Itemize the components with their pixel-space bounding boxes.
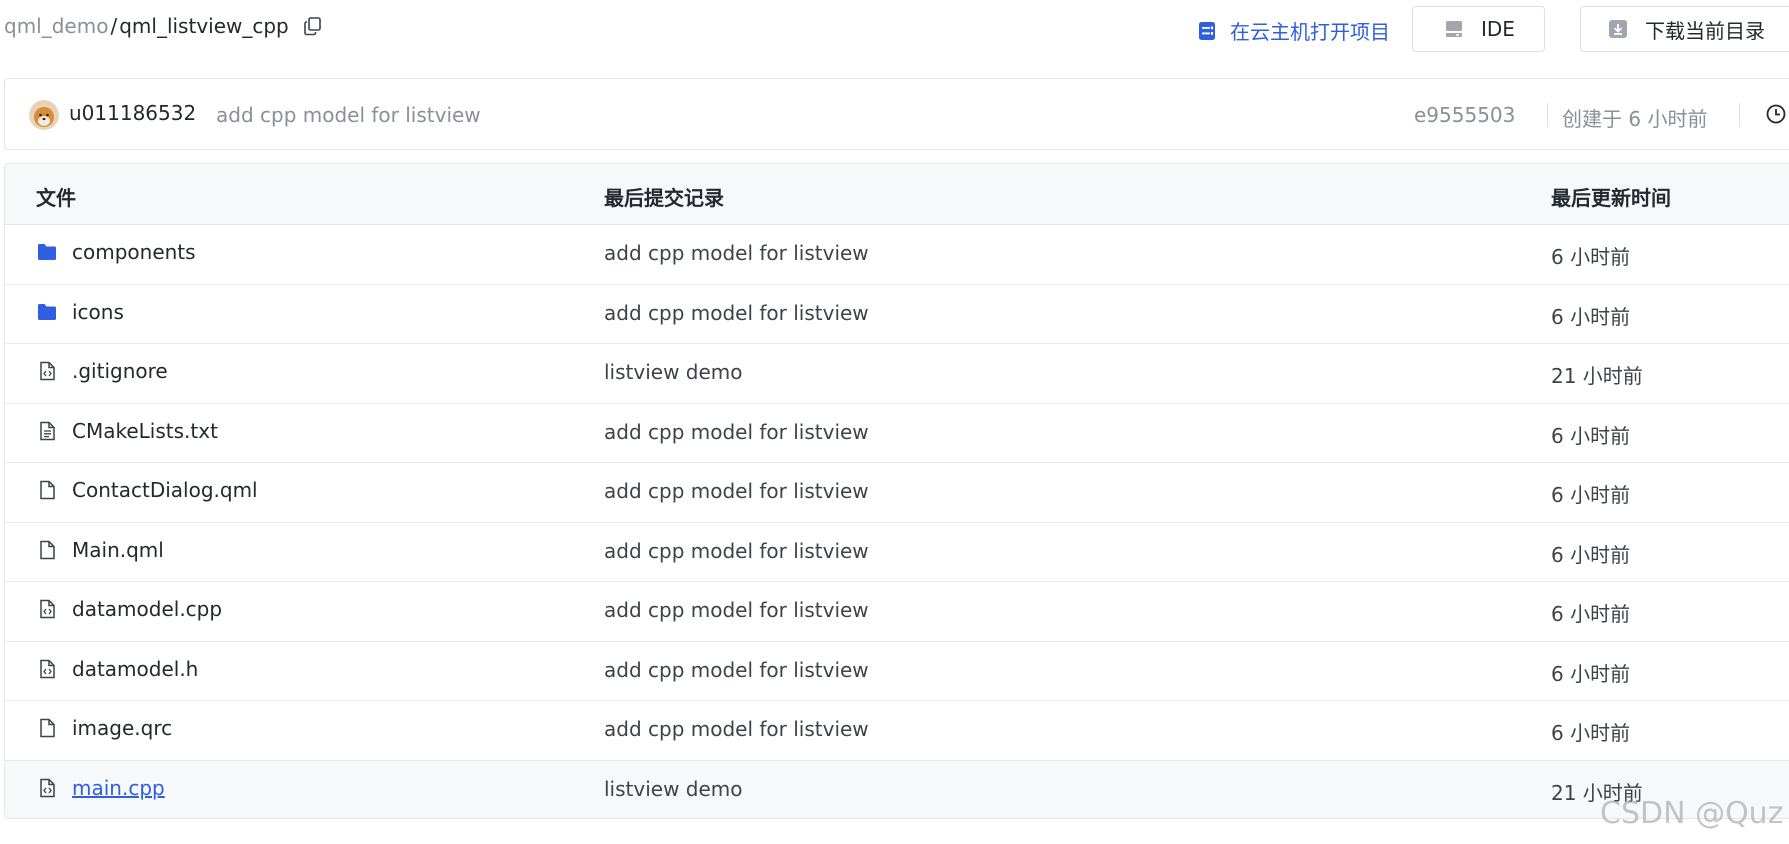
table-body: components add cpp model for listview 6 小时… [5, 225, 1789, 818]
last-updated-time: 6 小时前 [1551, 721, 1631, 745]
last-commit-link[interactable]: add cpp model for listview [604, 539, 869, 563]
column-header-last-updated: 最后更新时间 [1551, 186, 1671, 210]
table-row[interactable]: components add cpp model for listview 6 小时… [5, 225, 1789, 285]
breadcrumb-parent-link[interactable]: qml_demo [4, 14, 108, 38]
breadcrumb: qml_demo / qml_listview_cpp [4, 14, 323, 38]
last-commit-link[interactable]: add cpp model for listview [604, 241, 869, 265]
ide-button-label: IDE [1481, 17, 1515, 41]
file-name-link[interactable]: datamodel.h [72, 657, 198, 681]
file-name-link[interactable]: ContactDialog.qml [72, 478, 258, 502]
breadcrumb-separator: / [110, 14, 118, 38]
code-file-icon [36, 598, 58, 620]
file-name-link[interactable]: CMakeLists.txt [72, 419, 218, 443]
divider [1547, 103, 1548, 127]
commit-hash-link[interactable]: e9555503 [1414, 103, 1515, 127]
file-cell: ContactDialog.qml [36, 478, 258, 502]
download-directory-label: 下载当前目录 [1645, 18, 1765, 43]
column-header-last-commit: 最后提交记录 [604, 186, 724, 210]
top-bar: qml_demo / qml_listview_cpp 在云主机打开项目 IDE… [0, 0, 1789, 54]
last-updated-time: 6 小时前 [1551, 542, 1631, 567]
last-updated-time: 6 小时前 [1551, 483, 1631, 507]
file-table: 文件 最后提交记录 最后更新时间 components add cpp model… [4, 163, 1789, 819]
file-name-link[interactable]: Main.qml [72, 538, 164, 562]
avatar[interactable] [29, 100, 59, 130]
file-cell: datamodel.h [36, 657, 198, 681]
file-cell: datamodel.cpp [36, 597, 222, 621]
file-icon [36, 717, 58, 739]
file-icon [36, 539, 58, 561]
history-clock-icon[interactable] [1765, 103, 1787, 125]
folder-icon [36, 301, 58, 323]
table-row[interactable]: image.qrc add cpp model for listview 6 小时前 [5, 701, 1789, 761]
table-row[interactable]: CMakeLists.txt add cpp model for listview… [5, 404, 1789, 463]
file-cell: image.qrc [36, 716, 172, 740]
file-cell: icons [36, 300, 124, 324]
download-directory-button[interactable]: 下载当前目录 [1580, 6, 1789, 52]
last-commit-link[interactable]: add cpp model for listview [604, 658, 869, 682]
file-name-link[interactable]: datamodel.cpp [72, 597, 222, 621]
commit-created-time: 创建于 6 小时前 [1562, 107, 1708, 131]
file-name-link[interactable]: image.qrc [72, 716, 172, 740]
latest-commit-bar: u011186532 add cpp model for listview e9… [4, 78, 1789, 150]
table-row[interactable]: datamodel.h add cpp model for listview 6 小… [5, 642, 1789, 701]
last-commit-link[interactable]: add cpp model for listview [604, 717, 869, 741]
ide-button[interactable]: IDE [1412, 6, 1545, 52]
watermark: CSDN @Quz [1600, 796, 1784, 831]
code-file-icon [36, 777, 58, 799]
last-commit-link[interactable]: add cpp model for listview [604, 301, 869, 325]
table-row[interactable]: icons add cpp model for listview 6 小时前 [5, 285, 1789, 344]
table-row[interactable]: main.cpp listview demo 21 小时前 [5, 760, 1789, 818]
last-commit-link[interactable]: add cpp model for listview [604, 479, 869, 503]
file-cell: .gitignore [36, 359, 168, 383]
last-commit-link[interactable]: listview demo [604, 360, 743, 384]
table-row[interactable]: datamodel.cpp add cpp model for listview 6… [5, 582, 1789, 642]
file-name-link[interactable]: main.cpp [72, 776, 165, 800]
commit-author-link[interactable]: u011186532 [69, 101, 196, 125]
last-updated-time: 6 小时前 [1551, 245, 1631, 269]
file-name-link[interactable]: .gitignore [72, 359, 168, 383]
file-cell: main.cpp [36, 776, 165, 800]
commit-message-link[interactable]: add cpp model for listview [216, 103, 481, 127]
file-cell: components [36, 240, 196, 264]
divider [1739, 103, 1740, 127]
server-icon [1443, 18, 1465, 40]
last-updated-time: 6 小时前 [1551, 602, 1631, 626]
last-updated-time: 6 小时前 [1551, 423, 1631, 448]
last-updated-time: 6 小时前 [1551, 304, 1631, 329]
file-icon [36, 479, 58, 501]
breadcrumb-current: qml_listview_cpp [119, 14, 289, 38]
code-file-icon [36, 360, 58, 382]
code-file-icon [36, 658, 58, 680]
last-commit-link[interactable]: add cpp model for listview [604, 420, 869, 444]
table-header: 文件 最后提交记录 最后更新时间 [5, 164, 1789, 225]
folder-name-link[interactable]: components [72, 240, 196, 264]
folder-name-link[interactable]: icons [72, 300, 124, 324]
open-in-cloud-host-link[interactable]: 在云主机打开项目 [1196, 16, 1390, 45]
file-cell: Main.qml [36, 538, 164, 562]
last-updated-time: 21 小时前 [1551, 364, 1643, 388]
table-row[interactable]: .gitignore listview demo 21 小时前 [5, 344, 1789, 404]
copy-icon[interactable] [303, 16, 323, 36]
table-row[interactable]: ContactDialog.qml add cpp model for listv… [5, 463, 1789, 523]
last-commit-link[interactable]: listview demo [604, 777, 743, 801]
open-in-cloud-host-label: 在云主机打开项目 [1230, 20, 1390, 44]
table-row[interactable]: Main.qml add cpp model for listview 6 小时前 [5, 523, 1789, 582]
file-cell: CMakeLists.txt [36, 419, 218, 443]
last-updated-time: 6 小时前 [1551, 661, 1631, 686]
column-header-file: 文件 [36, 186, 76, 210]
cloud-host-icon [1196, 20, 1218, 42]
text-file-icon [36, 420, 58, 442]
last-commit-link[interactable]: add cpp model for listview [604, 598, 869, 622]
folder-icon [36, 241, 58, 263]
download-icon [1607, 18, 1629, 40]
